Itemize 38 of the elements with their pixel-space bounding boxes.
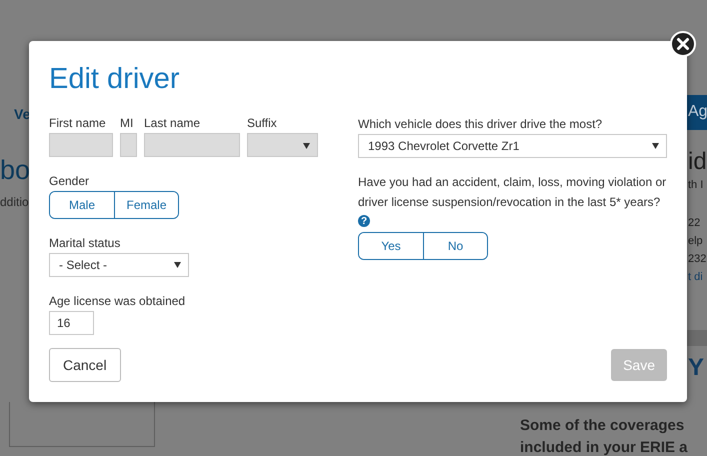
vehicle-dropdown[interactable]: 1993 Chevrolet Corvette Zr1 bbox=[358, 134, 667, 158]
field-label: Marital status bbox=[49, 236, 122, 250]
promo-title: Y bbox=[688, 354, 704, 382]
answer-option[interactable]: No bbox=[423, 233, 487, 259]
side-text: elp bbox=[687, 234, 703, 249]
side-text: 232 bbox=[687, 252, 706, 267]
field-label: Last name bbox=[144, 116, 202, 130]
caret-icon bbox=[303, 143, 310, 149]
page-text: dditio bbox=[0, 194, 29, 210]
question-text: Have you had an accident, claim, loss, moving violation or driver license suspension/revocation in the last 5* years? bbox=[358, 174, 668, 211]
input-field[interactable]: 16 bbox=[49, 311, 94, 335]
caret-icon bbox=[652, 143, 659, 149]
field-label: Gender bbox=[49, 174, 90, 188]
nav-tab[interactable]: Ve bbox=[14, 106, 30, 122]
input-field[interactable] bbox=[49, 133, 113, 157]
field-label: MI bbox=[120, 116, 134, 130]
page-heading: bo bbox=[0, 154, 30, 186]
side-text: 22 bbox=[687, 216, 700, 231]
field-label: Suffix bbox=[247, 116, 278, 130]
side-title: id bbox=[688, 148, 707, 176]
close-icon[interactable] bbox=[670, 31, 696, 57]
promo-text: included in your ERIE a bbox=[520, 438, 688, 456]
help-icon[interactable]: ? bbox=[358, 215, 370, 227]
gender-option[interactable]: Female bbox=[114, 192, 178, 218]
side-text: th I bbox=[687, 178, 704, 193]
field-label: Age license was obtained bbox=[49, 294, 186, 308]
marital-status-dropdown[interactable]: - Select - bbox=[49, 253, 189, 277]
suffix-dropdown[interactable] bbox=[247, 133, 318, 157]
cancel-button[interactable]: Cancel bbox=[49, 348, 121, 382]
promo-text: Some of the coverages bbox=[520, 416, 686, 436]
side-link[interactable]: t di bbox=[687, 268, 703, 286]
dialog-title: Edit driver bbox=[49, 63, 181, 96]
field-label: Which vehicle does this driver drive the most? bbox=[358, 117, 604, 131]
input-field[interactable] bbox=[144, 133, 240, 157]
caret-icon bbox=[174, 262, 181, 268]
input-field[interactable] bbox=[120, 133, 137, 157]
field-label: First name bbox=[49, 116, 107, 130]
nav-tab[interactable]: Ag bbox=[687, 95, 707, 130]
